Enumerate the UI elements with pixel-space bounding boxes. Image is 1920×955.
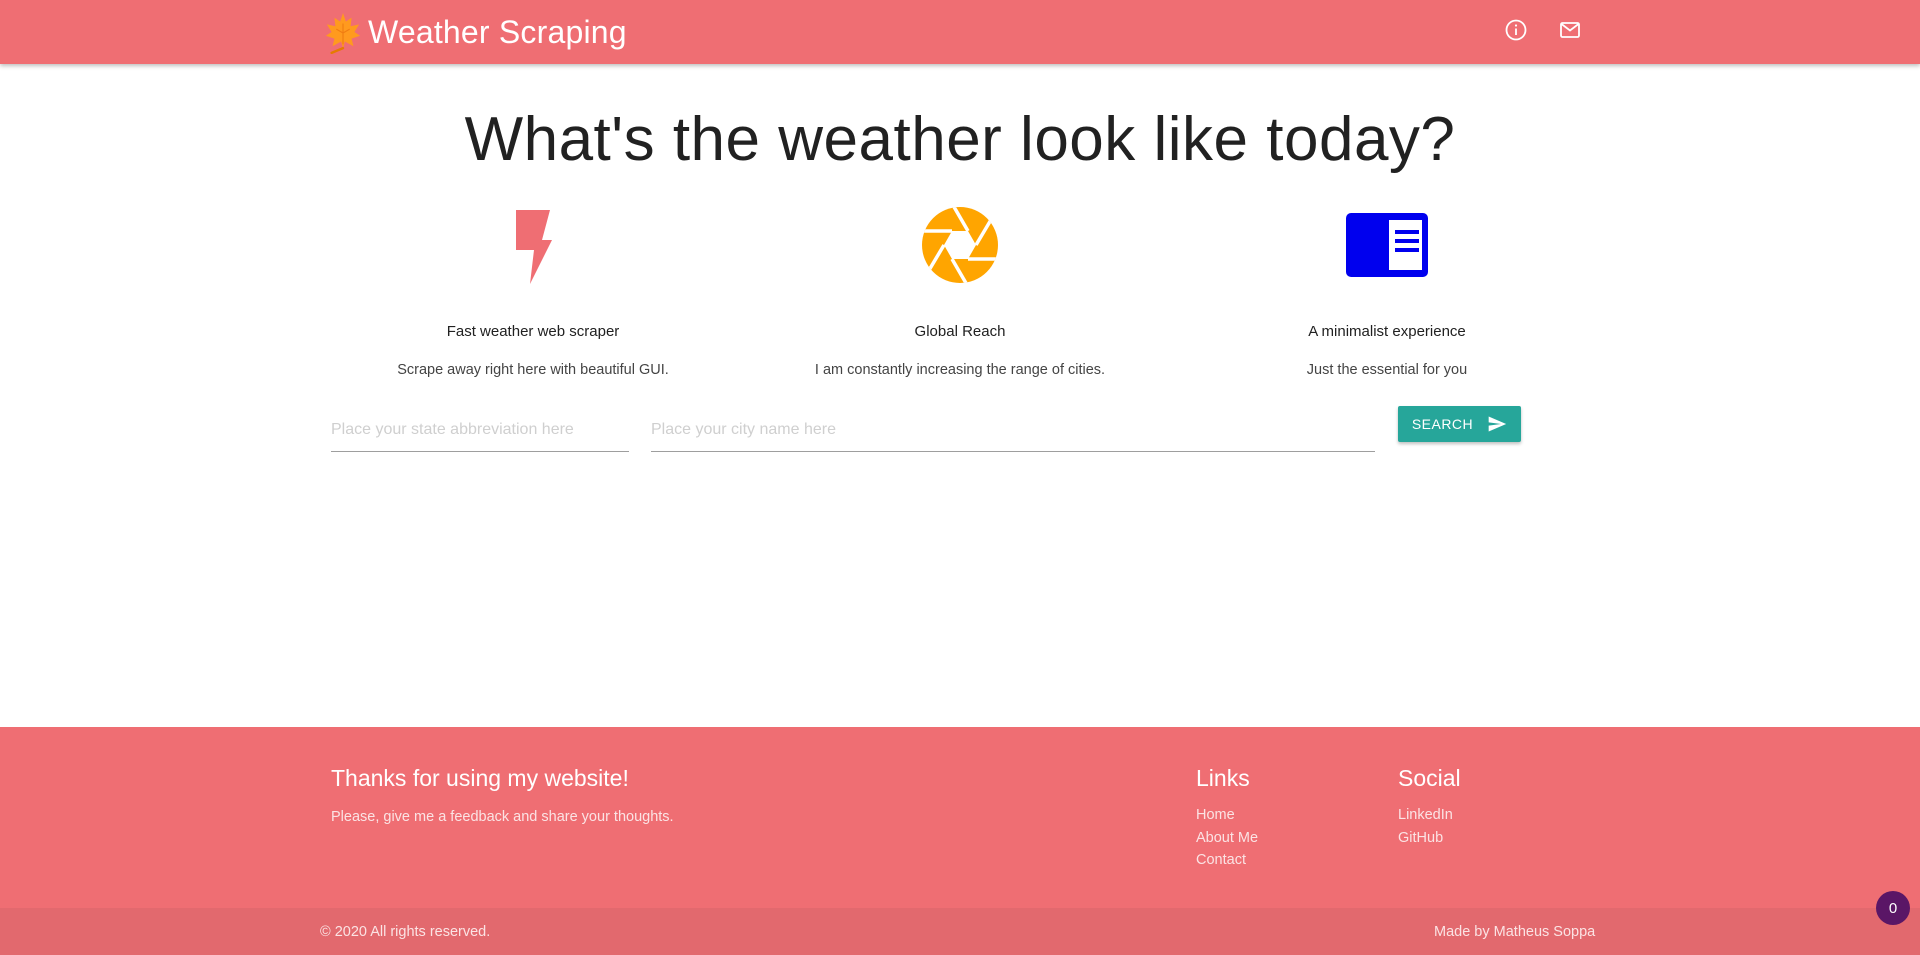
feature-description: I am constantly increasing the range of …: [814, 362, 1106, 378]
send-icon: [1488, 416, 1507, 432]
feature-title: Global Reach: [914, 323, 1006, 340]
brand-title: Weather Scraping: [368, 13, 627, 50]
feature-minimalist: A minimalist experience Just the essenti…: [1177, 205, 1597, 378]
feature-global-reach: Global Reach I am constantly increasing …: [750, 205, 1170, 378]
state-field: [331, 410, 629, 452]
search-button[interactable]: SEARCH: [1398, 406, 1521, 442]
footer-link-linkedin[interactable]: LinkedIn: [1398, 804, 1461, 827]
city-field: [651, 410, 1375, 452]
footer-link-github[interactable]: GitHub: [1398, 827, 1461, 850]
footer-link-about[interactable]: About Me: [1196, 827, 1258, 850]
footer-link-home[interactable]: Home: [1196, 804, 1258, 827]
chrome-reader-icon: [1346, 213, 1428, 277]
copyright-text: © 2020 All rights reserved.: [320, 924, 491, 940]
lightning-bolt-icon: [516, 210, 552, 284]
feature-fast-scraper: Fast weather web scraper Scrape away rig…: [323, 205, 743, 378]
mail-icon[interactable]: [1558, 18, 1582, 42]
feature-description: Just the essential for you: [1306, 362, 1468, 378]
footer-title: Thanks for using my website!: [331, 765, 629, 791]
state-input[interactable]: [331, 410, 629, 450]
footer-links: Links Home About Me Contact: [1196, 765, 1258, 872]
footer-text: Please, give me a feedback and share you…: [331, 809, 674, 825]
city-input[interactable]: [651, 410, 1375, 450]
feature-icon-wrap: [323, 205, 743, 285]
feature-title: A minimalist experience: [1308, 323, 1466, 340]
info-icon[interactable]: [1504, 18, 1528, 42]
brand-link[interactable]: Weather Scraping: [324, 8, 627, 56]
nav-icon-group: [1504, 18, 1582, 42]
feature-title: Fast weather web scraper: [446, 323, 620, 340]
feature-description: Scrape away right here with beautiful GU…: [397, 362, 669, 378]
footer-copyright-bar: © 2020 All rights reserved. Made by Math…: [0, 908, 1920, 955]
footer-social: Social LinkedIn GitHub: [1398, 765, 1461, 849]
maple-leaf-icon: [325, 13, 361, 54]
navbar: Weather Scraping: [0, 0, 1920, 64]
footer-social-heading: Social: [1398, 765, 1461, 791]
made-by-text: Made by Matheus Soppa: [1434, 924, 1596, 940]
footer-links-heading: Links: [1196, 765, 1250, 791]
footer: Thanks for using my website! Please, giv…: [0, 727, 1920, 955]
footer-link-contact[interactable]: Contact: [1196, 849, 1258, 872]
notification-badge[interactable]: 0: [1876, 891, 1910, 925]
search-button-label: SEARCH: [1411, 416, 1474, 432]
feature-icon-wrap: [750, 205, 1170, 285]
page-title: What's the weather look like today?: [464, 105, 1456, 174]
camera-shutter-icon: [922, 207, 998, 283]
feature-icon-wrap: [1177, 205, 1597, 285]
